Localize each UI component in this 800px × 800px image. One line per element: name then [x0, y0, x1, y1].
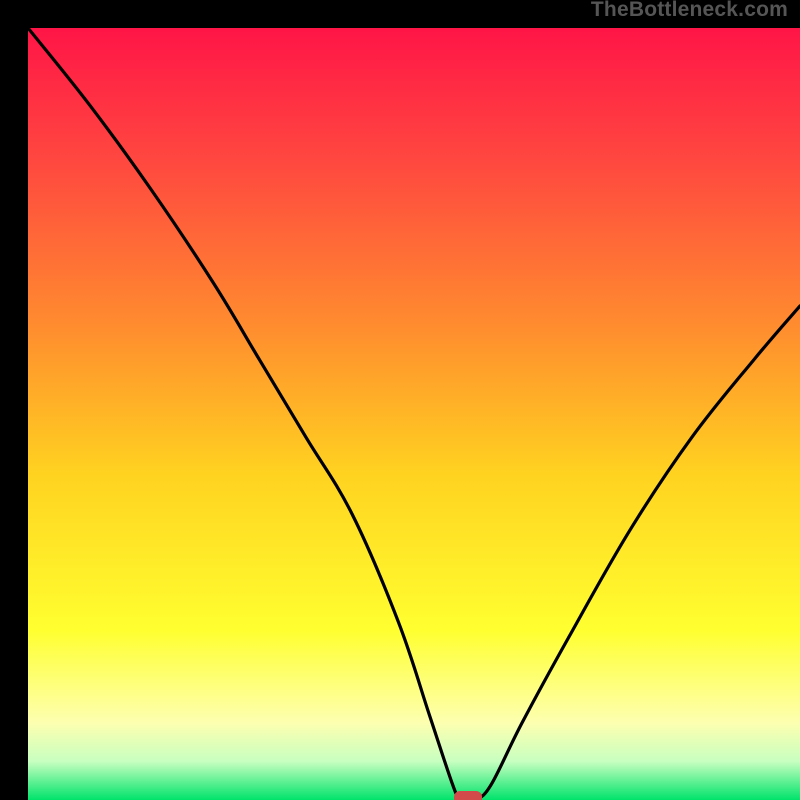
chart-frame [14, 14, 786, 786]
gradient-background [28, 28, 800, 800]
bottleneck-chart [28, 28, 800, 800]
optimum-marker [454, 791, 482, 800]
watermark-label: TheBottleneck.com [591, 0, 788, 22]
